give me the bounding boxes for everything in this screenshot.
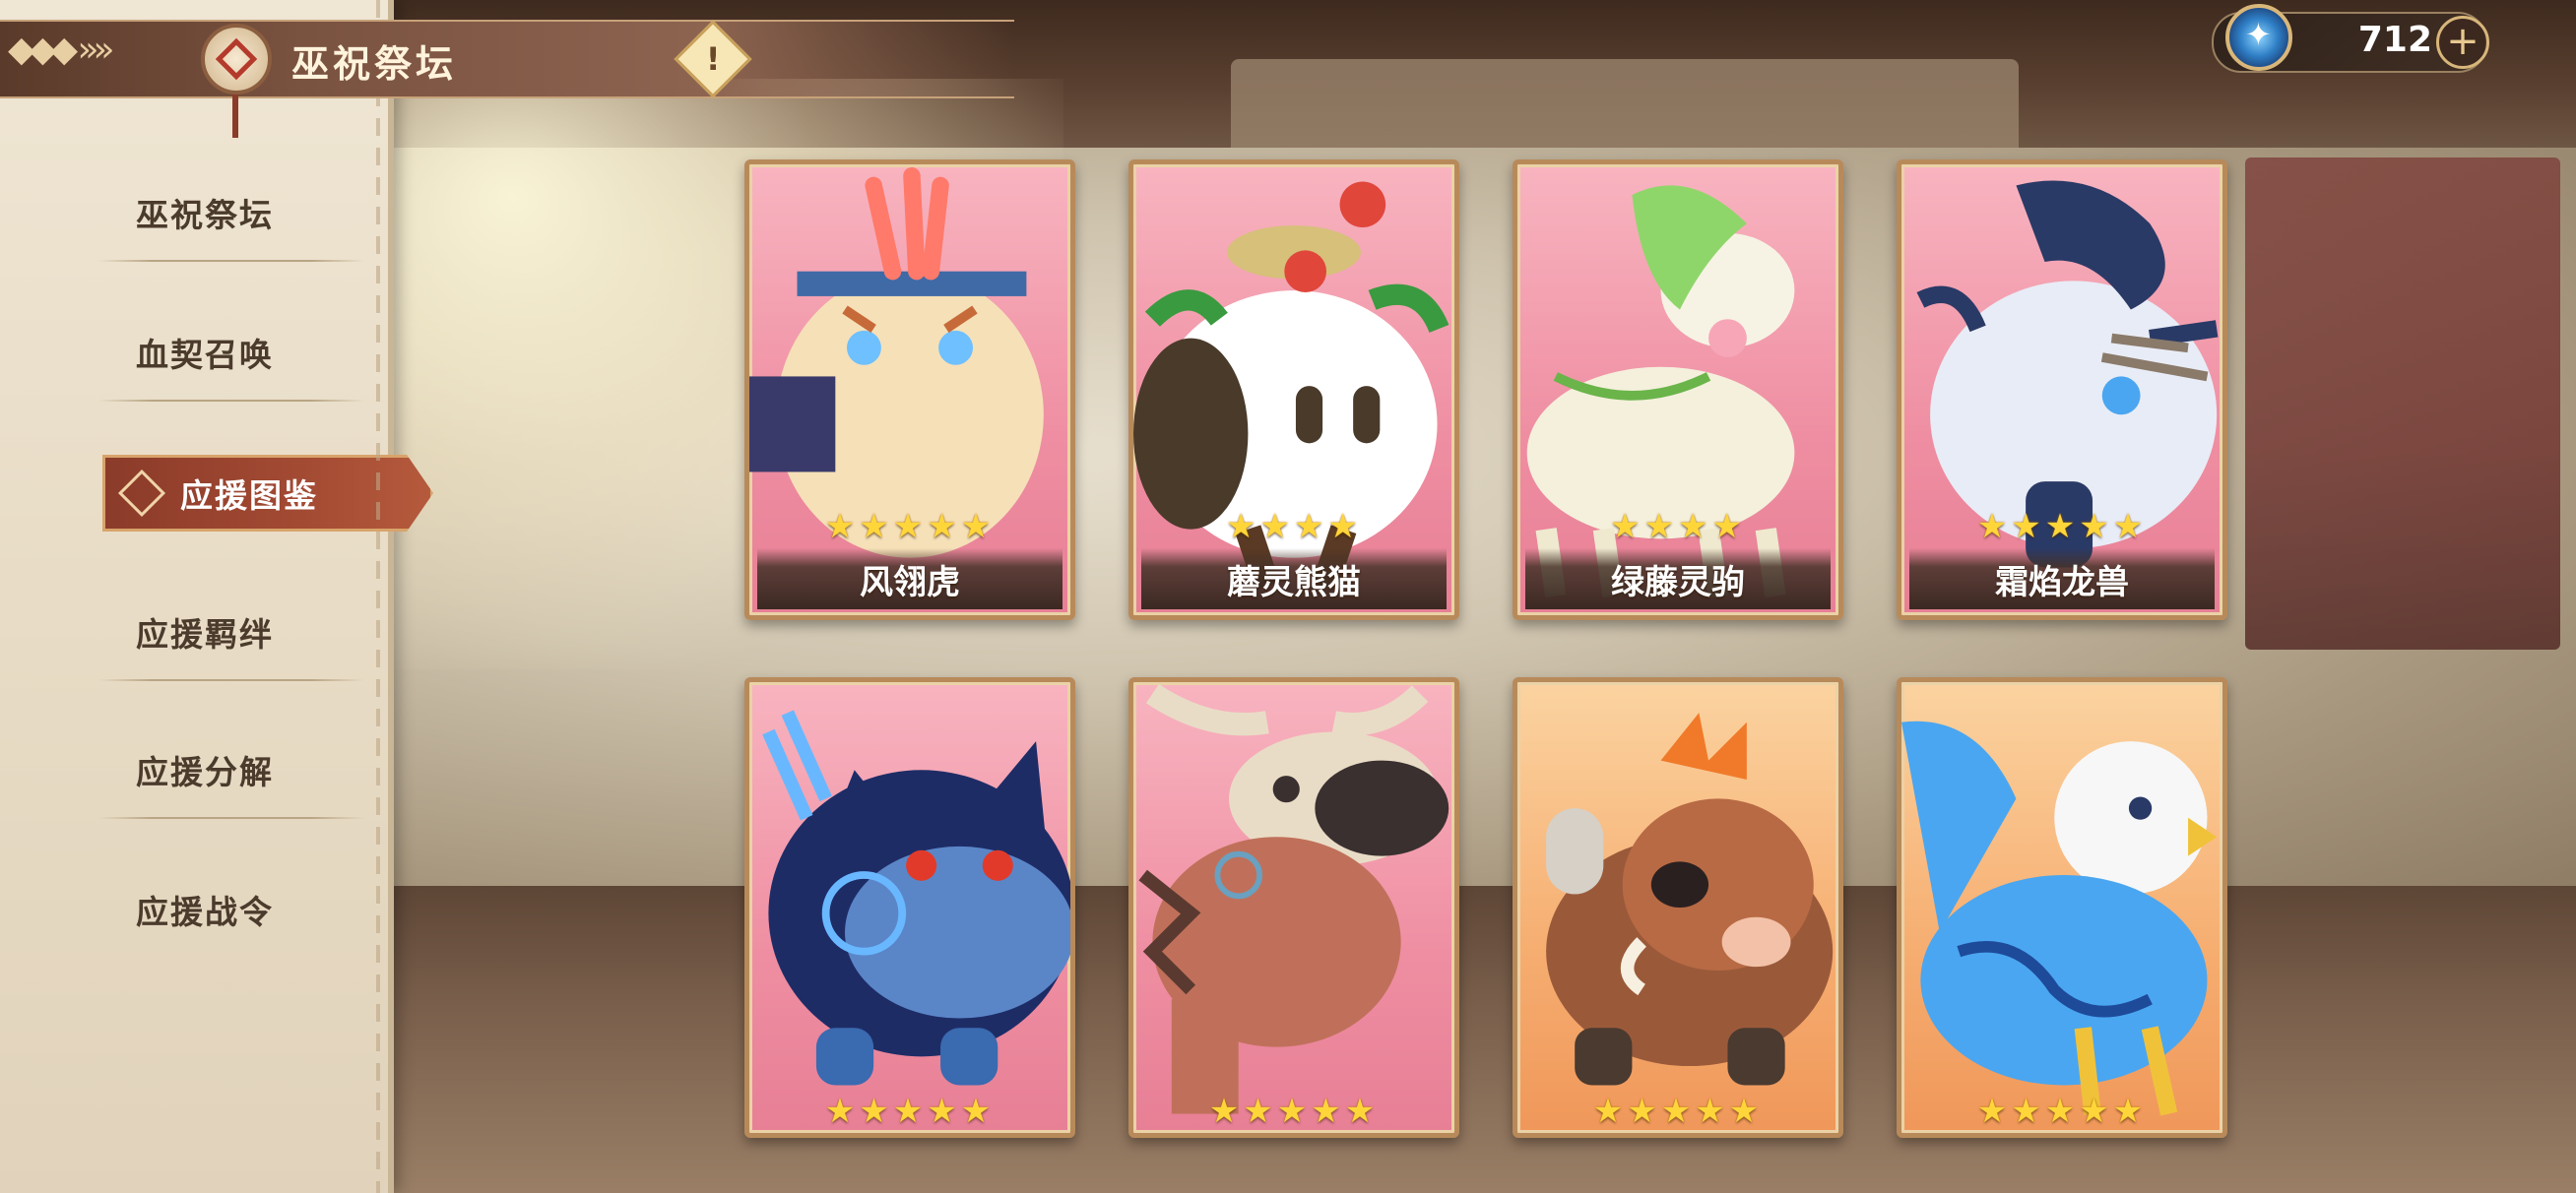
diamond-icon bbox=[117, 469, 166, 518]
card-boar[interactable]: ★★★★★ bbox=[1513, 677, 1843, 1138]
divider bbox=[98, 260, 364, 262]
star-rating: ★★★★★ bbox=[824, 507, 996, 546]
griffin-art bbox=[1901, 721, 2218, 1116]
card-tiger[interactable]: ★★★★★ 风翎虎 bbox=[744, 159, 1075, 620]
star-rating: ★★★★★ bbox=[1592, 1092, 1764, 1131]
sidebar-item-bond[interactable]: 应援羁绊 bbox=[0, 585, 374, 681]
sidebar-item-altar[interactable]: 巫祝祭坛 bbox=[0, 165, 374, 262]
name-plate: 蘑灵熊猫 bbox=[1141, 548, 1447, 609]
sidebar: 巫祝祭坛 血契召唤 应援图鉴 应援羁绊 应援分解 应援战令 bbox=[0, 0, 433, 1193]
sidebar-item-summon[interactable]: 血契召唤 bbox=[0, 305, 374, 402]
card-panda[interactable]: ★★★★ 蘑灵熊猫 bbox=[1128, 159, 1459, 620]
sidebar-item-label: 巫祝祭坛 bbox=[136, 196, 274, 234]
card-dino[interactable]: ★★★★★ bbox=[1128, 677, 1459, 1138]
star-rating: ★★★★★ bbox=[1976, 507, 2148, 546]
boar-art bbox=[1546, 713, 1834, 1086]
card-griffin[interactable]: ★★★★★ bbox=[1897, 677, 2227, 1138]
card-cat[interactable]: ★★★★★ bbox=[744, 677, 1075, 1138]
dino-art bbox=[1138, 683, 1449, 1114]
name-plate: 绿藤灵驹 bbox=[1525, 548, 1831, 609]
title-bar bbox=[0, 20, 1014, 98]
divider bbox=[98, 400, 364, 402]
card-name: 风翎虎 bbox=[860, 562, 960, 602]
star-rating: ★★★★★ bbox=[824, 1092, 996, 1131]
name-plate: 风翎虎 bbox=[757, 548, 1063, 609]
background-floor bbox=[394, 886, 2576, 1193]
page-title: 巫祝祭坛 bbox=[291, 42, 458, 86]
card-name: 霜焰龙兽 bbox=[1995, 562, 2129, 602]
card-deer[interactable]: ★★★★ 绿藤灵驹 bbox=[1513, 159, 1843, 620]
sidebar-item-codex[interactable]: 应援图鉴 bbox=[102, 455, 433, 532]
star-rating: ★★★★★ bbox=[1208, 1092, 1380, 1131]
sidebar-item-battlepass[interactable]: 应援战令 bbox=[0, 862, 374, 957]
card-name: 蘑灵熊猫 bbox=[1227, 562, 1361, 602]
currency-value: 712 bbox=[2357, 20, 2432, 60]
sidebar-item-label: 血契召唤 bbox=[136, 336, 274, 374]
divider bbox=[98, 679, 364, 681]
card-name: 绿藤灵驹 bbox=[1611, 562, 1745, 602]
background-tapestry bbox=[2245, 157, 2560, 650]
star-rating: ★★★★★ bbox=[1976, 1092, 2148, 1131]
sidebar-item-decompose[interactable]: 应援分解 bbox=[0, 722, 374, 819]
name-plate: 霜焰龙兽 bbox=[1909, 548, 2215, 609]
tassel-decoration bbox=[232, 94, 238, 138]
star-rating: ★★★★ bbox=[1610, 507, 1746, 546]
add-currency-button[interactable]: + bbox=[2436, 16, 2489, 69]
cat-art bbox=[762, 710, 1070, 1086]
sidebar-item-label: 应援战令 bbox=[136, 893, 274, 931]
star-rating: ★★★★ bbox=[1226, 507, 1362, 546]
card-dragon[interactable]: ★★★★★ 霜焰龙兽 bbox=[1897, 159, 2227, 620]
chevrons-decoration-icon: ◆◆◆ »» bbox=[8, 30, 115, 70]
exclamation-icon: ! bbox=[705, 40, 721, 78]
divider bbox=[98, 817, 364, 819]
sidebar-item-label: 应援羁绊 bbox=[136, 615, 274, 654]
sidebar-item-label: 应援分解 bbox=[136, 753, 274, 791]
star-gem-icon bbox=[2225, 4, 2292, 71]
sidebar-item-label: 应援图鉴 bbox=[180, 476, 318, 515]
altar-emblem-icon bbox=[201, 24, 272, 94]
